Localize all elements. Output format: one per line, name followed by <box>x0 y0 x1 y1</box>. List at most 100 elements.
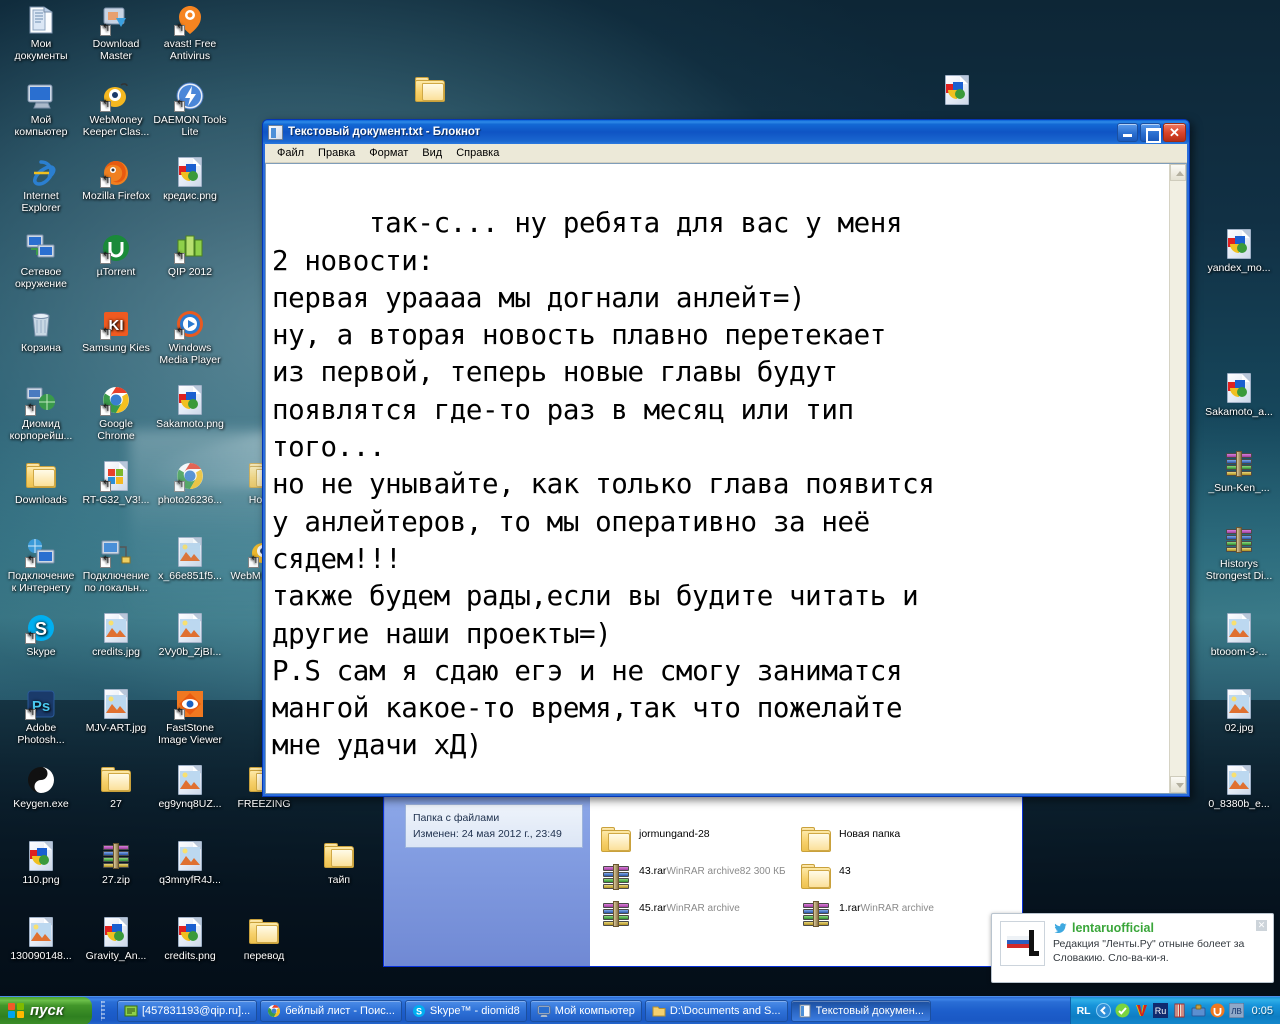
desktop-icon-мой-компьютер[interactable]: Мой компьютер <box>4 80 78 138</box>
explorer-item[interactable]: jormungand-28 <box>600 824 710 856</box>
desktop-icon-btooom-3[interactable]: btooom-3-... <box>1202 612 1276 659</box>
menu-item-help[interactable]: Справка <box>449 145 506 161</box>
notepad-window[interactable]: Текстовый документ.txt - Блокнот Файл Пр… <box>262 119 1190 797</box>
desktop-icon-сетевое-окружение[interactable]: Сетевое окружение <box>4 232 78 290</box>
minimize-button[interactable] <box>1117 123 1138 142</box>
desktop-icon-sun-ken[interactable]: _Sun-Ken_... <box>1202 448 1276 495</box>
menu-item-file[interactable]: Файл <box>270 145 311 161</box>
desktop-icon-2vy0b-zjbi[interactable]: 2Vy0b_ZjBI... <box>153 612 227 659</box>
menu-item-view[interactable]: Вид <box>415 145 449 161</box>
desktop-icon-yandex-mo[interactable]: yandex_mo... <box>1202 228 1276 275</box>
explorer-item[interactable]: 45.rarWinRAR archive <box>600 898 740 930</box>
taskbar-button-4[interactable]: D:\Documents and S... <box>645 1000 788 1022</box>
desktop-icon-sakamoto-png[interactable]: Sakamoto.png <box>153 384 227 431</box>
notepad-text-area[interactable]: так-с... ну ребята для вас у меня 2 ново… <box>266 164 1169 793</box>
desktop-icon-тайп[interactable]: тайп <box>302 840 376 887</box>
desktop-icon-130090148[interactable]: 130090148... <box>4 916 78 963</box>
explorer-item[interactable]: Новая папка <box>800 824 900 856</box>
jb-icon[interactable]: ЛВ <box>1229 1003 1244 1018</box>
scroll-up-button[interactable] <box>1170 164 1186 181</box>
desktop-icon-faststone-image-viewer[interactable]: FastStone Image Viewer <box>153 688 227 746</box>
keyboard-icon[interactable] <box>1172 1003 1187 1018</box>
utorrent-icon[interactable] <box>1210 1003 1225 1018</box>
close-icon[interactable]: ✕ <box>1256 920 1267 931</box>
desktop-icon-кредис-png[interactable]: кредис.png <box>153 156 227 203</box>
system-tray[interactable]: RL Ru ЛВ 0:05 <box>1070 997 1280 1024</box>
menu-item-edit[interactable]: Правка <box>311 145 362 161</box>
desktop-icon-internet-explorer[interactable]: Internet Explorer <box>4 156 78 214</box>
desktop-icon-download-master[interactable]: Download Master <box>79 4 153 62</box>
desktop-icon-подключение-к-интернету[interactable]: Подключение к Интернету <box>4 536 78 594</box>
language-icon[interactable]: Ru <box>1153 1003 1168 1018</box>
quick-launch-area[interactable] <box>92 1001 114 1021</box>
maximize-button[interactable] <box>1140 123 1161 142</box>
tweet-username[interactable]: lentaruofficial <box>1072 921 1154 935</box>
desktop-icon-downloads[interactable]: Downloads <box>4 460 78 507</box>
taskbar-button-2[interactable]: SSkype™ - diomid8 <box>405 1000 527 1022</box>
desktop-icon-27[interactable]: 27 <box>79 764 153 811</box>
desktop-icon-qip-2012[interactable]: QIP 2012 <box>153 232 227 279</box>
menu-item-format[interactable]: Формат <box>362 145 415 161</box>
explorer-file-list[interactable]: 11 031 КБ 3 КБ jormungand-28 Новая папка 43.… <box>590 796 1022 966</box>
desktop-icon-sakamoto-a[interactable]: Sakamoto_a... <box>1202 372 1276 419</box>
explorer-item[interactable]: 1.rarWinRAR archive <box>800 898 934 930</box>
start-button[interactable]: пуск <box>0 997 92 1024</box>
desktop-icon-27-zip[interactable]: 27.zip <box>79 840 153 887</box>
desktop-icon-keygen-exe[interactable]: Keygen.exe <box>4 764 78 811</box>
desktop-icon-avast-free-antivirus[interactable]: avast! Free Antivirus <box>153 4 227 62</box>
desktop-icon-unnamed-0[interactable] <box>393 74 467 109</box>
desktop-icon-rt-g32-v3[interactable]: RT-G32_V3!... <box>79 460 153 507</box>
png-icon <box>1223 228 1255 260</box>
explorer-item[interactable]: 43 <box>800 861 851 893</box>
desktop-icon-q3mnyfr4j[interactable]: q3mnyfR4J... <box>153 840 227 887</box>
desktop-icon-webmoney-keeper-clas[interactable]: WebMoney Keeper Clas... <box>79 80 153 138</box>
desktop-icon-samsung-kies[interactable]: KISamsung Kies <box>79 308 153 355</box>
desktop-icon-windows-media-player[interactable]: Windows Media Player <box>153 308 227 366</box>
v-icon[interactable] <box>1134 1003 1149 1018</box>
taskbar-button-1[interactable]: бейлый лист - Поис... <box>260 1000 402 1022</box>
desktop-icon-credits-jpg[interactable]: credits.jpg <box>79 612 153 659</box>
notepad-menu-bar[interactable]: Файл Правка Формат Вид Справка <box>265 144 1187 163</box>
desktop-icon-02-jpg[interactable]: 02.jpg <box>1202 688 1276 735</box>
desktop-icon-mjv-art-jpg[interactable]: MJV-ART.jpg <box>79 688 153 735</box>
desktop-icon-adobe-photosh[interactable]: PsAdobe Photosh... <box>4 688 78 746</box>
taskbar-grip[interactable] <box>101 1001 105 1021</box>
desktop-icon-torrent[interactable]: µTorrent <box>79 232 153 279</box>
desktop-icon-skype[interactable]: SSkype <box>4 612 78 659</box>
desktop-icon-0-8380b-e[interactable]: 0_8380b_e... <box>1202 764 1276 811</box>
notepad-text-area-container[interactable]: так-с... ну ребята для вас у меня 2 ново… <box>265 163 1187 794</box>
desktop-icon-google-chrome[interactable]: Google Chrome <box>79 384 153 442</box>
desktop-icon-gravity-an[interactable]: Gravity_An... <box>79 916 153 963</box>
desktop-icon-мои-документы[interactable]: Мои документы <box>4 4 78 62</box>
explorer-item[interactable]: 43.rarWinRAR archive82 300 КБ <box>600 861 786 893</box>
desktop-icon-daemon-tools-lite[interactable]: DAEMON Tools Lite <box>153 80 227 138</box>
desktop-icon-credits-png[interactable]: credits.png <box>153 916 227 963</box>
notepad-title-bar[interactable]: Текстовый документ.txt - Блокнот <box>263 120 1189 144</box>
desktop-icon-диомид-корпорейш[interactable]: Диомид корпорейш... <box>4 384 78 442</box>
avast-shield-icon[interactable] <box>1115 1003 1130 1018</box>
desktop-icon-unnamed-1[interactable] <box>920 74 994 109</box>
desktop-icon-historys-strongest-di[interactable]: Historys Strongest Di... <box>1202 524 1276 582</box>
vertical-scrollbar[interactable] <box>1169 164 1186 793</box>
taskbar-button-0[interactable]: [457831193@qip.ru]... <box>117 1000 257 1022</box>
taskbar-button-3[interactable]: Мой компьютер <box>530 1000 642 1022</box>
twitter-notification-popup[interactable]: lentaruofficial Редакция "Ленты.Ру" отны… <box>991 913 1274 983</box>
taskbar-button-5[interactable]: Текстовый докумен... <box>791 1000 931 1022</box>
desktop-icon-перевод[interactable]: перевод <box>227 916 301 963</box>
system-clock[interactable]: 0:05 <box>1252 1005 1273 1017</box>
desktop-icon-photo26236[interactable]: photo26236... <box>153 460 227 507</box>
explorer-item-partial[interactable]: 3 КБ <box>800 796 861 810</box>
explorer-window[interactable]: Папка с файлами Изменен: 24 мая 2012 г.,… <box>383 795 1023 967</box>
desktop-icon-корзина[interactable]: Корзина <box>4 308 78 355</box>
desktop-icon-eg9ynq8uz[interactable]: eg9ynq8UZ... <box>153 764 227 811</box>
webmoney-icon[interactable] <box>1191 1003 1206 1018</box>
desktop-icon-mozilla-firefox[interactable]: Mozilla Firefox <box>79 156 153 203</box>
taskbar[interactable]: пуск [457831193@qip.ru]...бейлый лист - … <box>0 996 1280 1024</box>
desktop-icon-подключение-по-локальн[interactable]: Подключение по локальн... <box>79 536 153 594</box>
desktop-icon-110-png[interactable]: 110.png <box>4 840 78 887</box>
desktop-icon-x-66e851f5[interactable]: x_66e851f5... <box>153 536 227 583</box>
explorer-item-partial[interactable]: 11 031 КБ <box>600 796 686 810</box>
close-button[interactable] <box>1163 123 1186 142</box>
chevron-left-icon[interactable] <box>1096 1003 1111 1018</box>
scroll-down-button[interactable] <box>1170 776 1186 793</box>
